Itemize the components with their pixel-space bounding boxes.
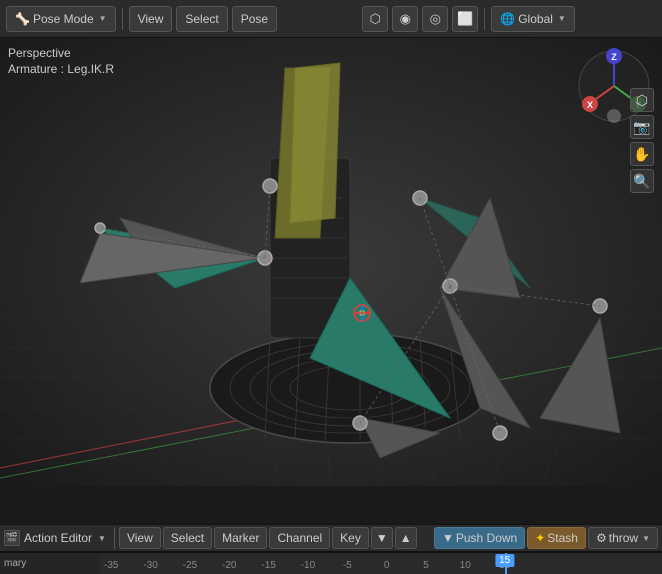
stash-button[interactable]: ✦ Stash	[527, 527, 586, 549]
editor-label: Action Editor	[24, 531, 92, 545]
ae-channel-menu[interactable]: Channel	[269, 527, 330, 549]
viewport-perspective-label: Perspective	[8, 46, 71, 60]
xray-btn[interactable]: ⬜	[452, 6, 478, 32]
separator-2	[484, 8, 485, 30]
separator-1	[122, 8, 123, 30]
global-icon: 🌐	[500, 12, 515, 26]
throw-label: throw	[609, 531, 638, 545]
ae-select-menu[interactable]: Select	[163, 527, 212, 549]
channel-name-area: mary	[0, 552, 100, 574]
dropdown-arrow: ▼	[376, 531, 388, 545]
editor-type-selector[interactable]: 🎬 Action Editor ▼	[4, 530, 106, 546]
action-selector-icon: ⚙	[596, 531, 607, 545]
ruler-marker--5: -5	[343, 560, 352, 571]
stash-icon: ✦	[535, 531, 545, 545]
view-menu[interactable]: View	[129, 6, 173, 32]
editor-chevron: ▼	[98, 534, 106, 543]
frame-range-up[interactable]: ▲	[395, 527, 417, 549]
mode-icon: 🦴	[15, 12, 30, 26]
select-menu[interactable]: Select	[176, 6, 227, 32]
current-frame-label: 15	[495, 554, 514, 567]
grid-toggle-btn[interactable]: ⬡	[630, 88, 654, 112]
viewport-shading-btn[interactable]: ⬡	[362, 6, 388, 32]
zoom-btn[interactable]: 🔍	[630, 169, 654, 193]
render-preview-btn[interactable]: ◉	[392, 6, 418, 32]
ruler-marker--10: -10	[301, 560, 315, 571]
mode-label: Pose Mode	[33, 12, 94, 26]
top-toolbar: 🦴 Pose Mode ▼ View Select Pose ⬡ ◉ ◎ ⬜ 🌐…	[0, 0, 662, 38]
pan-btn[interactable]: ✋	[630, 142, 654, 166]
viewport-overlay-btn[interactable]: ◎	[422, 6, 448, 32]
svg-text:Z: Z	[611, 52, 617, 62]
timeline-ruler[interactable]: mary -35 -30 -25 -20 -15 -10 -5 0 5 10 1…	[0, 552, 662, 574]
grid-svg	[0, 38, 662, 486]
ruler-marker--35: -35	[104, 560, 118, 571]
viewport-3d[interactable]: Perspective Armature : Leg.IK.R Z Y X ⬡	[0, 38, 662, 486]
throw-chevron: ▼	[642, 534, 650, 543]
pose-label: Pose	[241, 12, 268, 26]
ruler-marker--30: -30	[143, 560, 157, 571]
action-selector[interactable]: ⚙ throw ▼	[588, 527, 658, 549]
global-chevron: ▼	[558, 14, 566, 23]
channel-label: mary	[4, 558, 26, 569]
frame-range-dropdown[interactable]: ▼	[371, 527, 393, 549]
pose-menu[interactable]: Pose	[232, 6, 277, 32]
view-label: View	[138, 12, 164, 26]
ruler-marker-10: 10	[460, 560, 471, 571]
ruler-marker--25: -25	[183, 560, 197, 571]
ae-view-menu[interactable]: View	[119, 527, 161, 549]
action-editor-toolbar: 🎬 Action Editor ▼ View Select Marker Cha…	[0, 524, 662, 552]
push-down-button[interactable]: ▼ Push Down	[434, 527, 525, 549]
svg-text:X: X	[587, 100, 593, 110]
global-label: Global	[518, 12, 553, 26]
ruler-marker-0: 0	[384, 560, 390, 571]
push-down-label: Push Down	[456, 531, 517, 545]
ruler-marker-5: 5	[423, 560, 429, 571]
ae-key-menu[interactable]: Key	[332, 527, 369, 549]
editor-icon: 🎬	[4, 530, 20, 546]
ae-separator-1	[114, 527, 115, 549]
viewport-controls: ⬡ 📷 ✋ 🔍	[630, 88, 654, 193]
ruler-marker--20: -20	[222, 560, 236, 571]
ae-marker-menu[interactable]: Marker	[214, 527, 267, 549]
ruler-marker--15: -15	[261, 560, 275, 571]
push-down-icon: ▼	[442, 531, 454, 545]
mode-selector[interactable]: 🦴 Pose Mode ▼	[6, 6, 116, 32]
camera-perspective-btn[interactable]: 📷	[630, 115, 654, 139]
up-arrow: ▲	[400, 531, 412, 545]
stash-label: Stash	[547, 531, 578, 545]
select-label: Select	[185, 12, 218, 26]
global-selector[interactable]: 🌐 Global ▼	[491, 6, 575, 32]
viewport-armature-label: Armature : Leg.IK.R	[8, 62, 114, 76]
mode-chevron: ▼	[99, 14, 107, 23]
